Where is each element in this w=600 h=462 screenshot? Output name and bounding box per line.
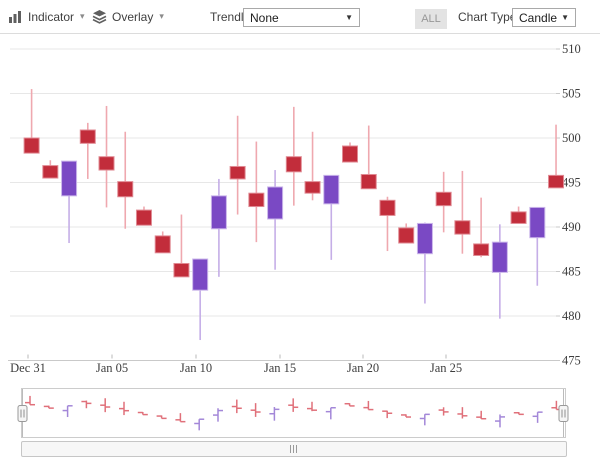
candle[interactable]: [492, 224, 507, 318]
candle-body: [249, 193, 264, 206]
candle[interactable]: [99, 106, 114, 207]
candle[interactable]: [43, 160, 58, 178]
all-range-button[interactable]: ALL: [415, 9, 447, 29]
candle[interactable]: [455, 171, 470, 254]
navigator-right-handle[interactable]: [559, 406, 568, 422]
candle[interactable]: [511, 207, 526, 224]
candle-body: [511, 212, 526, 224]
y-axis-label: 510: [562, 42, 581, 56]
candle[interactable]: [530, 207, 545, 285]
candle[interactable]: [268, 170, 283, 270]
indicator-menu[interactable]: Indicator ▾: [8, 0, 85, 33]
candle[interactable]: [417, 223, 432, 304]
y-axis-label: 500: [562, 131, 581, 145]
layers-icon: [92, 9, 107, 24]
x-axis-label: Jan 05: [96, 361, 128, 375]
candle-body: [417, 223, 432, 253]
candle-body: [174, 263, 189, 276]
candle-body: [492, 242, 507, 272]
overlay-menu-label: Overlay: [112, 10, 153, 24]
candle-body: [24, 138, 39, 153]
candle-body: [530, 207, 545, 237]
trendline-select-value: None: [250, 11, 279, 25]
candle-body: [99, 157, 114, 170]
navigator-frame: [22, 389, 566, 438]
x-axis-label: Jan 15: [264, 361, 296, 375]
x-axis-label: Jan 10: [180, 361, 212, 375]
candle-body: [380, 200, 395, 215]
candle-body: [118, 182, 133, 197]
candle-body: [80, 130, 95, 143]
candle[interactable]: [230, 116, 245, 215]
candle-body: [136, 210, 151, 225]
candle-body: [62, 161, 77, 196]
stock-chart-app: Indicator ▾ Overlay ▾ Trendline None ▼ A…: [0, 0, 600, 462]
y-axis-label: 490: [562, 220, 581, 234]
bar-chart-icon: [8, 9, 23, 24]
candlestick-chart: 510 505 500 495 490 485 480 475 Dec 31 Jan 05 Jan …: [0, 0, 600, 462]
candle-body: [324, 175, 339, 203]
chart-type-label: Chart Type: [458, 0, 516, 33]
candle-body: [43, 166, 58, 178]
overlay-menu[interactable]: Overlay ▾: [92, 0, 164, 33]
scrollbar-grip[interactable]: [290, 445, 301, 453]
navigator-mini-chart[interactable]: [18, 389, 568, 438]
candle-body: [193, 259, 208, 290]
candle-body: [361, 174, 376, 188]
chart-type-select[interactable]: Candle ▼: [512, 8, 576, 27]
x-axis-label: Jan 20: [347, 361, 379, 375]
chevron-down-icon: ▾: [80, 11, 85, 22]
candle[interactable]: [343, 142, 358, 162]
candle[interactable]: [62, 161, 77, 243]
candle-body: [436, 192, 451, 205]
chevron-down-icon: ▾: [159, 11, 164, 22]
candle-body: [155, 236, 170, 253]
candle-body: [549, 175, 564, 187]
y-axis-label: 475: [562, 354, 581, 368]
candle-body: [230, 166, 245, 178]
candle[interactable]: [24, 89, 39, 153]
candle-body: [474, 244, 489, 256]
chart-type-select-value: Candle: [519, 11, 557, 25]
candle-body: [343, 146, 358, 162]
candle-body: [305, 182, 320, 194]
candle[interactable]: [361, 126, 376, 189]
caret-down-icon: ▼: [345, 13, 353, 22]
candle[interactable]: [80, 123, 95, 179]
candle-body: [268, 187, 283, 219]
candle-body: [455, 221, 470, 234]
candle[interactable]: [174, 215, 189, 277]
caret-down-icon: ▼: [561, 13, 569, 22]
candle[interactable]: [436, 172, 451, 233]
candle-body: [286, 157, 301, 172]
candle[interactable]: [286, 107, 301, 206]
candle[interactable]: [193, 259, 208, 340]
navigator-left-handle[interactable]: [18, 406, 27, 422]
y-axis-label: 505: [562, 87, 581, 101]
candle[interactable]: [380, 197, 395, 251]
horizontal-scrollbar[interactable]: [21, 441, 567, 457]
candle[interactable]: [136, 207, 151, 226]
candle[interactable]: [399, 223, 414, 243]
trendline-select[interactable]: None ▼: [243, 8, 360, 27]
candle[interactable]: [305, 132, 320, 201]
toolbar: Indicator ▾ Overlay ▾ Trendline None ▼ A…: [0, 0, 600, 34]
candle[interactable]: [118, 132, 133, 229]
candle-body: [211, 196, 226, 229]
y-axis-label: 485: [562, 265, 581, 279]
y-axis-label: 495: [562, 176, 581, 190]
x-axis-label: Jan 25: [430, 361, 462, 375]
candle[interactable]: [211, 179, 226, 277]
indicator-menu-label: Indicator: [28, 10, 74, 24]
candle-body: [399, 228, 414, 243]
candle[interactable]: [155, 231, 170, 252]
candle[interactable]: [324, 175, 339, 260]
y-axis-label: 480: [562, 309, 581, 323]
x-axis-label: Dec 31: [10, 361, 46, 375]
